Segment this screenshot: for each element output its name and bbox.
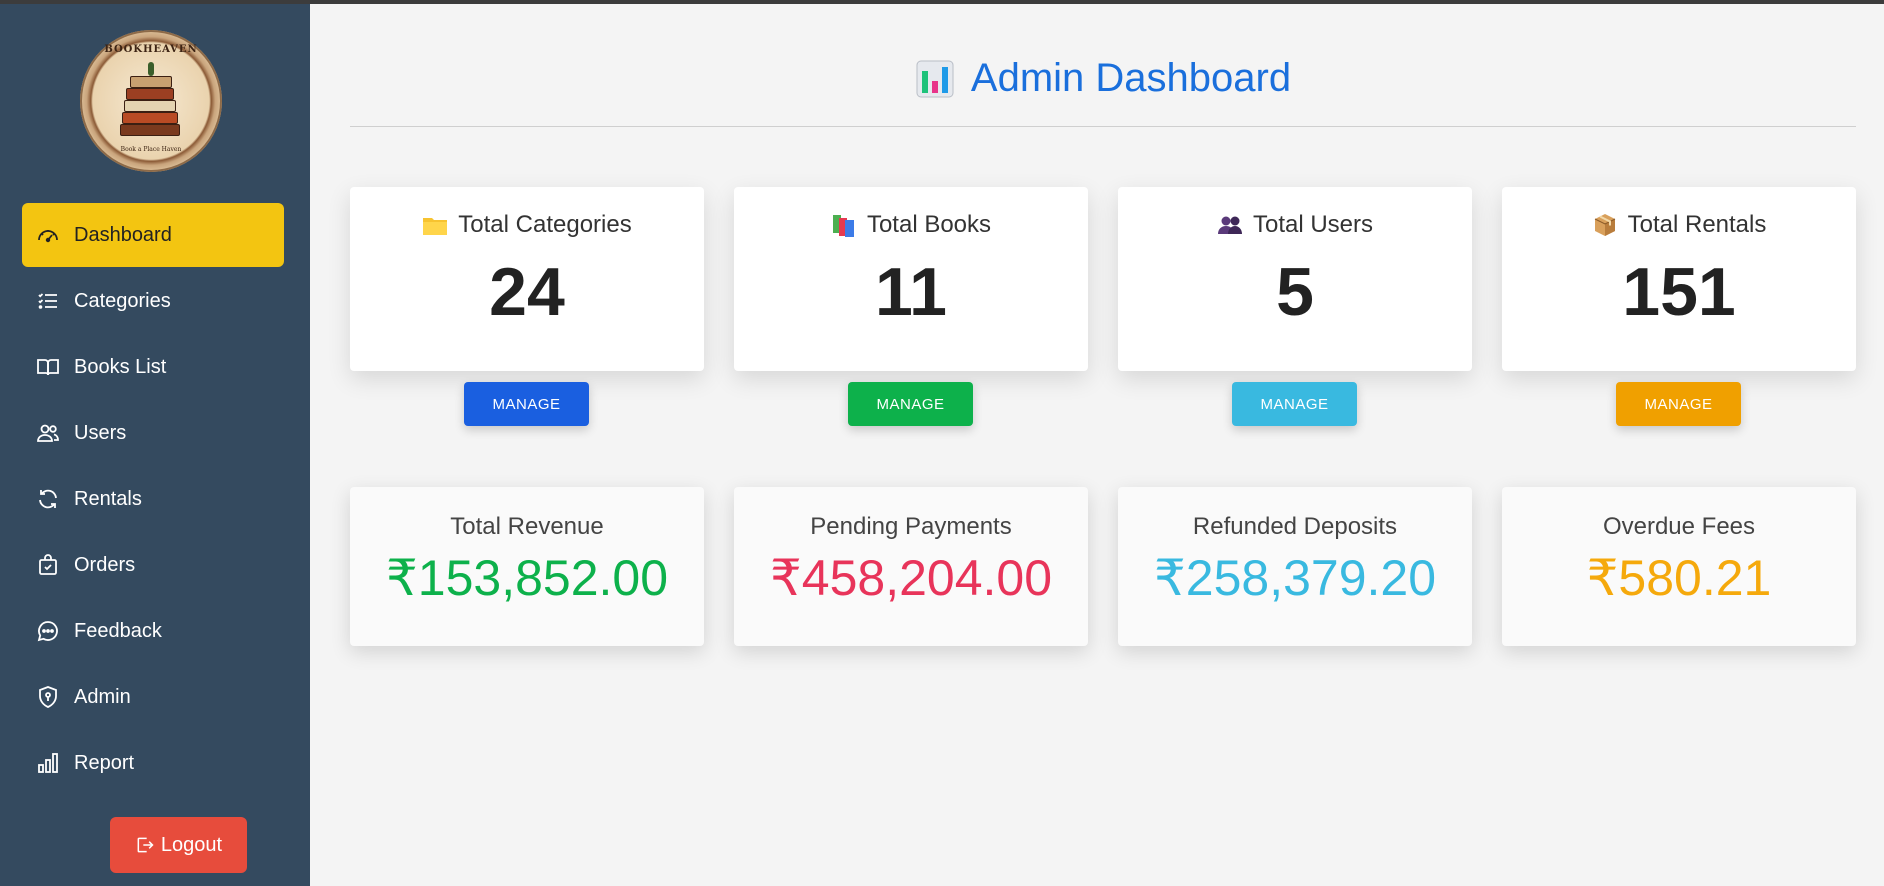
list-icon — [36, 289, 60, 313]
finance-value: ₹153,852.00 — [385, 550, 669, 606]
sidebar-item-admin[interactable]: Admin — [22, 665, 284, 729]
manage-rentals-button[interactable]: MANAGE — [1616, 382, 1741, 426]
finance-label: Overdue Fees — [1602, 513, 1756, 540]
finance-value: ₹258,379.20 — [1153, 550, 1437, 606]
stat-value: 11 — [875, 254, 947, 330]
users-icon — [36, 421, 60, 445]
sidebar-item-label: Rentals — [74, 487, 142, 510]
chat-icon — [36, 619, 60, 643]
finance-card-revenue: Total Revenue ₹153,852.00 — [350, 487, 704, 646]
stat-value: 151 — [1622, 254, 1736, 330]
finance-card-pending: Pending Payments ₹458,204.00 — [734, 487, 1088, 646]
sidebar-item-label: Report — [74, 751, 135, 774]
folder-icon — [423, 218, 448, 235]
sidebar-item-dashboard[interactable]: Dashboard — [22, 203, 284, 267]
sidebar-item-orders[interactable]: Orders — [22, 533, 284, 597]
package-icon — [1594, 214, 1615, 236]
logout-button[interactable]: Logout — [110, 817, 247, 873]
users-icon — [1217, 216, 1242, 234]
book-stack-illustration — [120, 60, 182, 144]
page-title: Admin Dashboard — [350, 56, 1856, 101]
stat-card-categories: Total Categories 24 — [350, 187, 704, 371]
sidebar-item-rentals[interactable]: Rentals — [22, 467, 284, 531]
sidebar-item-label: Categories — [74, 289, 171, 312]
bag-icon — [36, 553, 60, 577]
stat-value: 24 — [489, 254, 565, 330]
logout-icon — [137, 837, 154, 853]
sidebar-item-report[interactable]: Report — [22, 731, 284, 795]
finance-card-refunded: Refunded Deposits ₹258,379.20 — [1118, 487, 1472, 646]
manage-books-button[interactable]: MANAGE — [848, 382, 973, 426]
page-title-text: Admin Dashboard — [970, 56, 1292, 100]
stat-label: Total Rentals — [1627, 211, 1767, 238]
logo-tagline: Book a Place Haven — [120, 146, 182, 153]
books-icon — [832, 215, 854, 237]
finance-label: Pending Payments — [810, 513, 1012, 540]
stat-card-users: Total Users 5 — [1118, 187, 1472, 371]
stat-card-rentals: Total Rentals 151 — [1502, 187, 1856, 371]
finance-card-overdue: Overdue Fees ₹580.21 — [1502, 487, 1856, 646]
bar-chart-icon — [36, 751, 60, 775]
logout-label: Logout — [160, 833, 223, 856]
sidebar-item-books-list[interactable]: Books List — [22, 335, 284, 399]
sidebar-item-feedback[interactable]: Feedback — [22, 599, 284, 663]
finance-value: ₹458,204.00 — [769, 550, 1053, 606]
title-divider — [350, 126, 1856, 127]
sidebar: BOOKHEAVEN Book a Place Haven Dashboard … — [0, 4, 310, 886]
book-icon — [36, 355, 60, 379]
sidebar-item-label: Admin — [74, 685, 131, 708]
sidebar-item-label: Dashboard — [74, 223, 172, 246]
finance-label: Total Revenue — [450, 513, 604, 540]
finance-label: Refunded Deposits — [1192, 513, 1398, 540]
sidebar-item-label: Books List — [74, 355, 167, 378]
manage-users-button[interactable]: MANAGE — [1232, 382, 1357, 426]
stat-label: Total Books — [866, 211, 992, 238]
manage-categories-button[interactable]: MANAGE — [464, 382, 589, 426]
refresh-icon — [36, 487, 60, 511]
stat-label: Total Categories — [458, 211, 632, 238]
sidebar-item-label: Feedback — [74, 619, 162, 642]
logo-ring-text: BOOKHEAVEN — [104, 44, 198, 55]
stat-value: 5 — [1276, 254, 1314, 330]
sidebar-item-users[interactable]: Users — [22, 401, 284, 465]
bookheaven-logo: BOOKHEAVEN Book a Place Haven — [80, 30, 222, 172]
stat-label: Total Users — [1252, 211, 1374, 238]
sidebar-item-categories[interactable]: Categories — [22, 269, 284, 333]
bar-chart-emoji-icon — [916, 60, 954, 97]
speedometer-icon — [36, 223, 60, 247]
stat-card-books: Total Books 11 — [734, 187, 1088, 371]
shield-icon — [36, 685, 60, 709]
finance-value: ₹580.21 — [1586, 550, 1772, 606]
main-content: Admin Dashboard Total Categories 24 MANA… — [310, 4, 1884, 886]
sidebar-item-label: Users — [74, 421, 127, 444]
sidebar-item-label: Orders — [74, 553, 136, 576]
